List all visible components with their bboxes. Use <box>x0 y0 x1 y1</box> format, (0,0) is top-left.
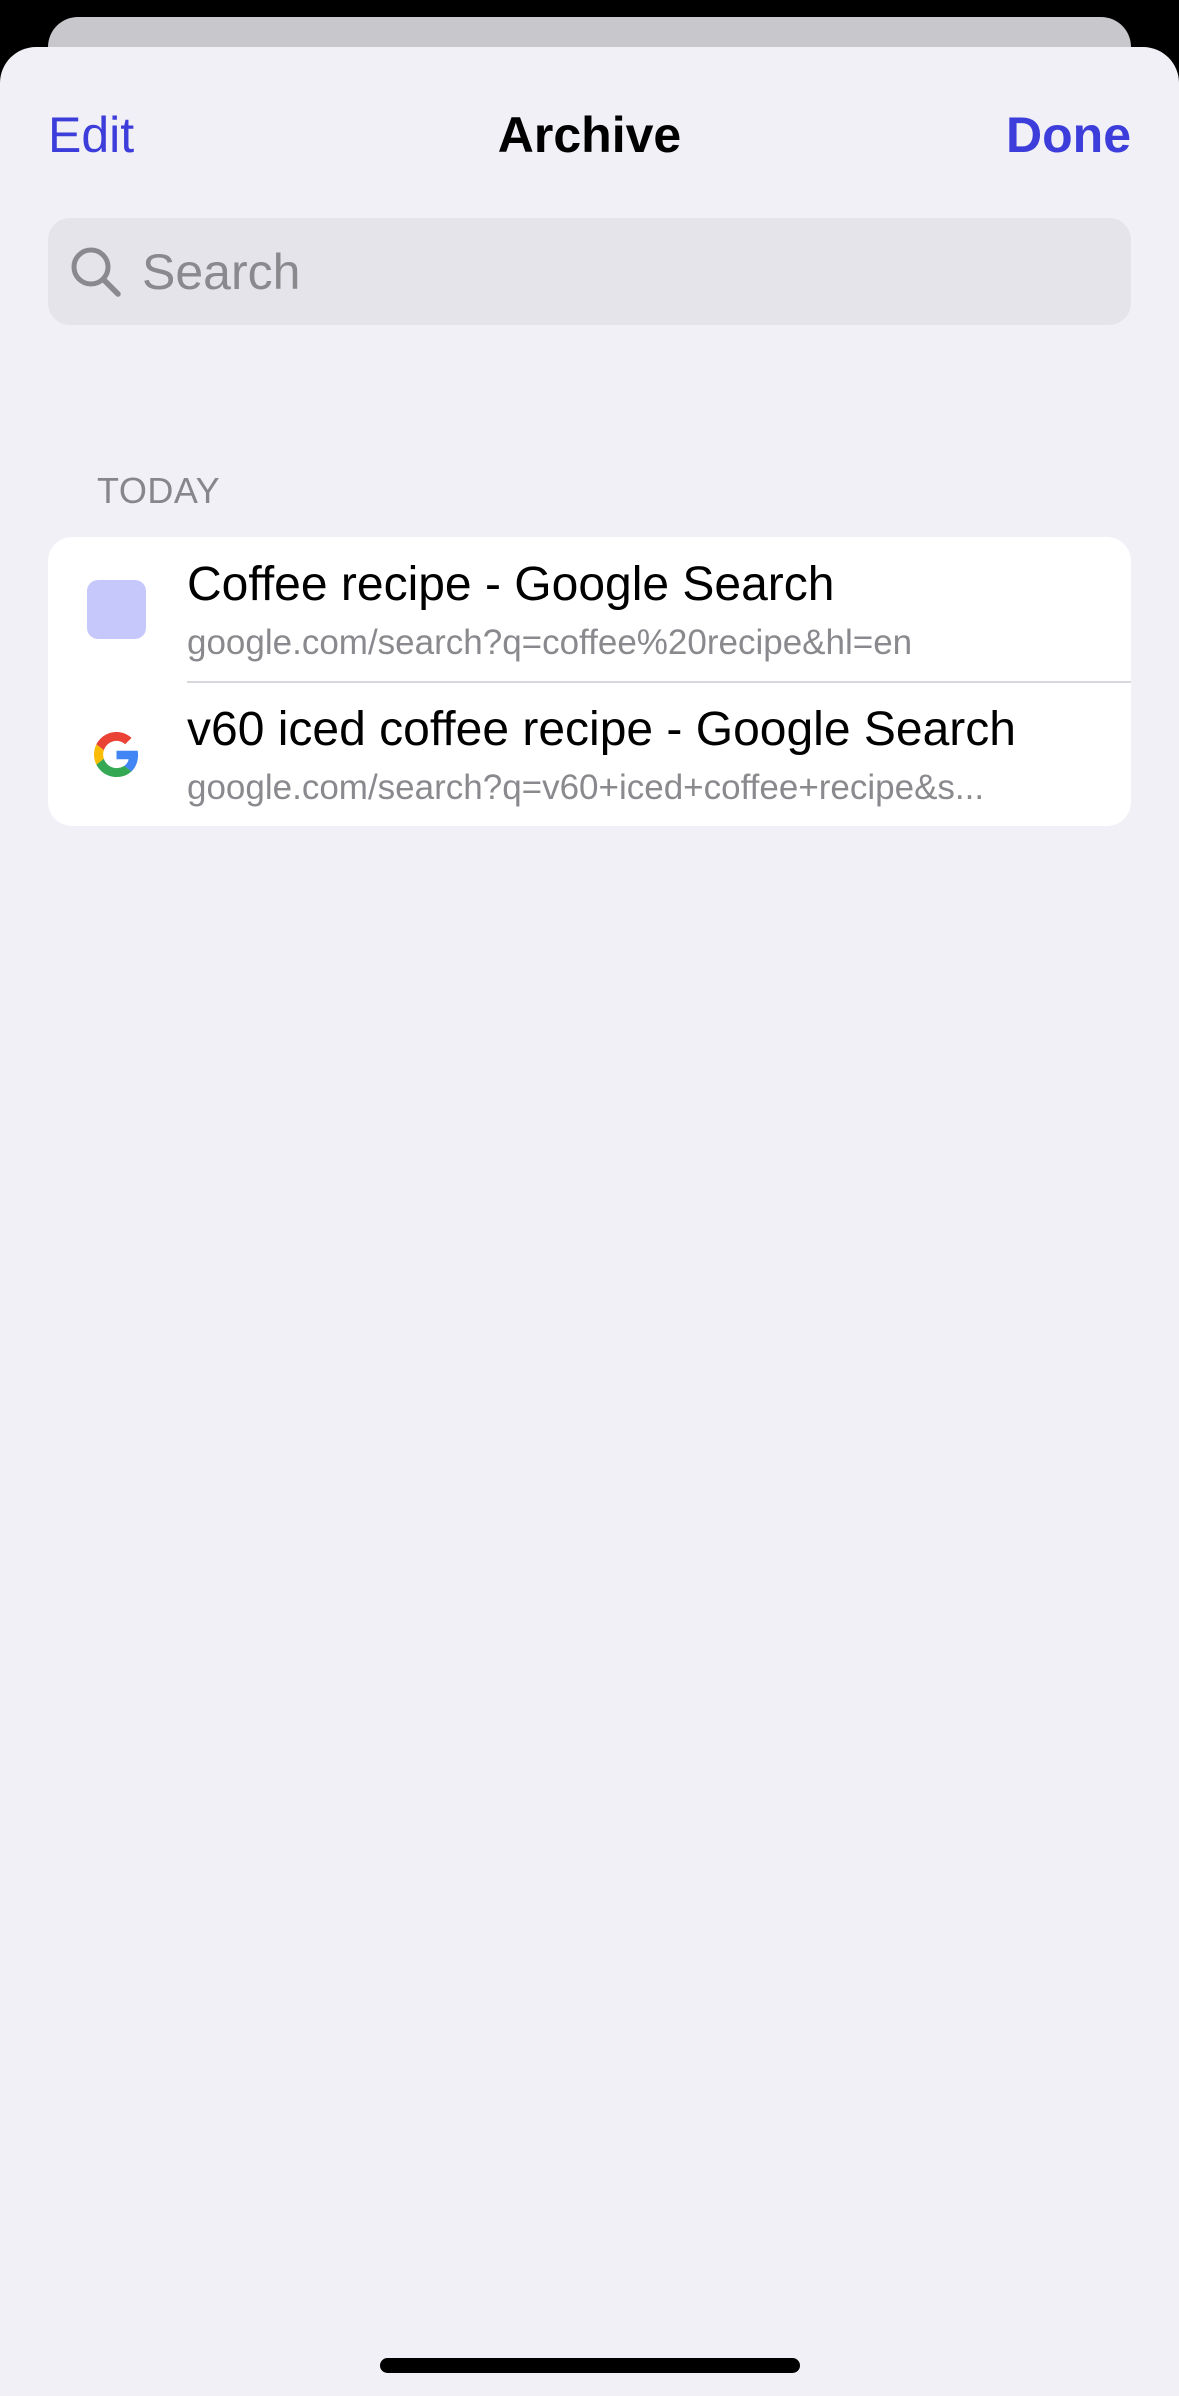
favicon-placeholder-icon <box>87 580 146 639</box>
search-input[interactable] <box>142 218 1102 325</box>
search-bar[interactable] <box>48 218 1131 325</box>
google-icon <box>94 732 139 777</box>
archive-list: Coffee recipe - Google Search google.com… <box>48 537 1131 826</box>
list-item-url: google.com/search?q=coffee%20recipe&hl=e… <box>187 623 913 662</box>
list-item-title: Coffee recipe - Google Search <box>187 558 835 611</box>
list-item-url: google.com/search?q=v60+iced+coffee+reci… <box>187 768 985 807</box>
list-item[interactable]: Coffee recipe - Google Search google.com… <box>48 537 1131 683</box>
archive-sheet: Edit Archive Done TODAY Coffee recipe - … <box>0 47 1179 2396</box>
page-title: Archive <box>497 107 682 163</box>
search-icon <box>71 247 121 297</box>
done-button[interactable]: Done <box>1006 105 1131 165</box>
list-item-title: v60 iced coffee recipe - Google Search <box>187 703 1016 756</box>
home-indicator[interactable] <box>380 2358 800 2373</box>
section-header-today: TODAY <box>97 470 221 511</box>
list-item[interactable]: v60 iced coffee recipe - Google Search g… <box>48 682 1131 826</box>
